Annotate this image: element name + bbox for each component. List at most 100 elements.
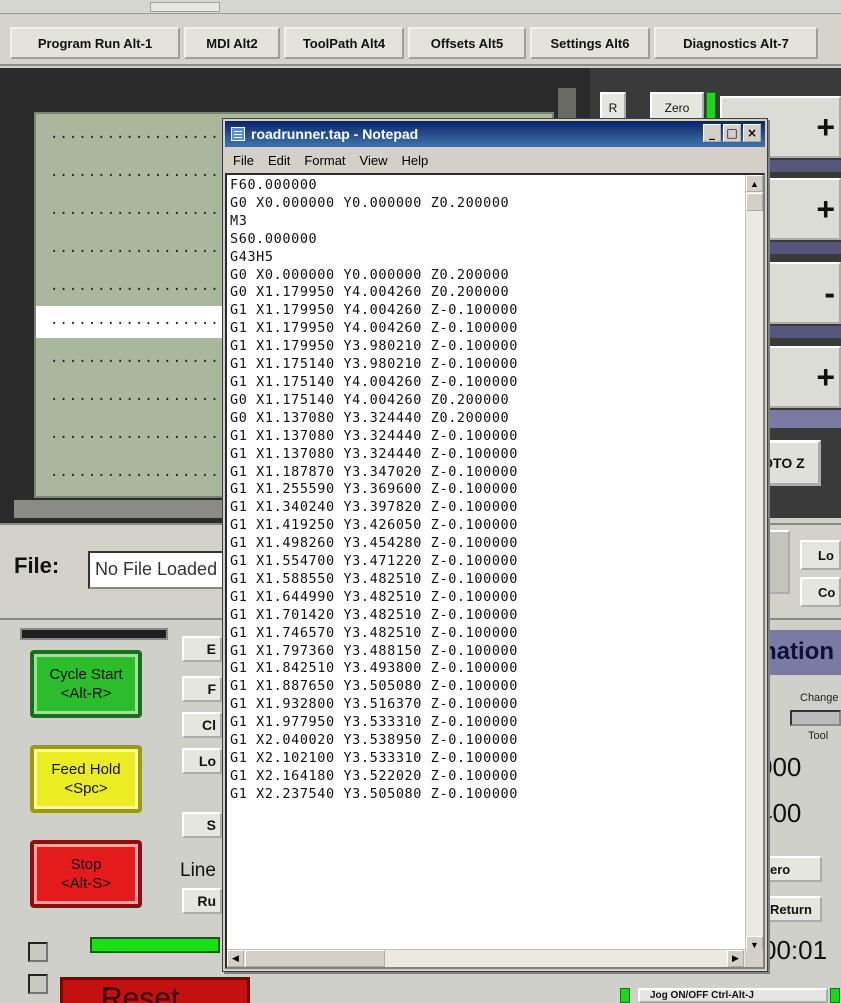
gcode-line: F60.000000 [230,177,318,193]
scroll-left-icon[interactable]: ◀ [227,950,244,967]
gcode-line: G1 X1.498260 Y3.454280 Z-0.100000 [230,535,519,552]
scroll-thumb[interactable] [746,193,763,211]
menu-file[interactable]: File [233,153,254,168]
notepad-window[interactable]: roadrunner.tap - Notepad _ □ × File Edit… [222,118,768,972]
gcode-line: G1 X1.797360 Y3.488150 Z-0.100000 [230,642,519,659]
top-strip [0,0,841,14]
file-name-field[interactable]: No File Loaded [88,551,228,589]
tab-toolpath[interactable]: ToolPath Alt4 [284,27,404,59]
gcode-line: G0 X1.175140 Y4.004260 Z0.200000 [230,391,510,408]
resize-grip-icon[interactable] [745,949,763,967]
notepad-menu-bar: File Edit Format View Help [225,149,765,171]
tab-mdi[interactable]: MDI Alt2 [184,27,280,59]
tab-offsets[interactable]: Offsets Alt5 [408,27,526,59]
scroll-up-icon[interactable]: ▲ [746,175,763,192]
gcode-line: G43H5 [230,248,274,265]
load-gcode-button[interactable]: Lo [800,540,841,570]
zero-button[interactable]: ero [766,856,822,882]
gcode-line: G1 X1.588550 Y3.482510 Z-0.100000 [230,570,519,587]
gcode-line: G1 X2.164180 Y3.522020 Z-0.100000 [230,767,519,784]
notepad-text-area[interactable]: F60.000000 G0 X0.000000 Y0.000000 Z0.2000… [225,173,765,969]
indicator-box [28,974,48,994]
line-label: Line [180,860,216,881]
gcode-line: G1 X1.175140 Y3.980210 Z-0.100000 [230,356,519,373]
feed-hold-shortcut: <Spc> [64,780,108,797]
close-gcode-button[interactable]: Co [800,577,841,607]
file-label: File: [14,553,60,578]
edit-gcode-button[interactable]: E [182,636,222,662]
gcode-line: G1 X1.340240 Y3.397820 Z-0.100000 [230,499,519,516]
notepad-title-bar[interactable]: roadrunner.tap - Notepad _ □ × [225,121,765,147]
jog-led [830,988,840,1003]
gcode-line: G0 X1.137080 Y3.324440 Z0.200000 [230,409,510,426]
tool-change-indicator [790,710,841,726]
top-stub [150,2,220,12]
tab-program-run[interactable]: Program Run Alt-1 [10,27,180,59]
feed-hold-button[interactable]: Feed Hold <Spc> [30,745,142,813]
gcode-line: G1 X1.137080 Y3.324440 Z-0.100000 [230,427,519,444]
indicator-box [28,942,48,962]
menu-edit[interactable]: Edit [268,153,290,168]
gcode-line: G1 X1.887650 Y3.505080 Z-0.100000 [230,678,519,695]
gcode-line: G0 X1.179950 Y4.004260 Z0.200000 [230,284,510,301]
close-icon[interactable]: × [743,124,761,142]
gcode-line: G1 X1.701420 Y3.482510 Z-0.100000 [230,606,519,623]
gcode-line: G1 X1.255590 Y3.369600 Z-0.100000 [230,481,519,498]
maximize-icon[interactable]: □ [723,124,741,142]
jog-led [620,988,630,1003]
status-bar [20,628,168,640]
minimize-icon[interactable]: _ [703,124,721,142]
cycle-start-button[interactable]: Cycle Start <Alt-R> [30,650,142,718]
menu-view[interactable]: View [360,153,388,168]
jog-button-strip: Jog ON/OFF Ctrl-Alt-J [620,988,841,1003]
load-file-button[interactable]: Lo [182,748,222,774]
tab-diagnostics[interactable]: Diagnostics Alt-7 [654,27,818,59]
cycle-start-shortcut: <Alt-R> [60,685,112,702]
tab-settings[interactable]: Settings Alt6 [530,27,650,59]
run-from-here-button[interactable]: Ru [182,888,222,914]
gcode-line: G1 X1.187870 Y3.347020 Z-0.100000 [230,463,519,480]
elapsed-timer: 00:01 [762,935,828,965]
gcode-line: G1 X1.179950 Y4.004260 Z-0.100000 [230,302,519,319]
gcode-line: G1 X1.932800 Y3.516370 Z-0.100000 [230,696,519,713]
gcode-line: G1 X1.175140 Y4.004260 Z-0.100000 [230,373,519,390]
gcode-text: F60.000000 G0 X0.000000 Y0.000000 Z0.2000… [230,177,518,804]
gcode-line: G1 X1.137080 Y3.324440 Z-0.100000 [230,445,519,462]
menu-format[interactable]: Format [304,153,345,168]
gcode-line: G0 X0.000000 Y0.000000 Z0.200000 [230,194,510,211]
reset-button[interactable]: Reset [60,977,250,1003]
tab-bar: Program Run Alt-1 MDI Alt2 ToolPath Alt4… [0,14,841,66]
hscroll-thumb[interactable] [245,950,385,967]
jog-toggle-button[interactable]: Jog ON/OFF Ctrl-Alt-J [638,988,828,1003]
horizontal-scrollbar[interactable]: ◀ ▶ [227,949,745,967]
gcode-line: G1 X1.179950 Y3.980210 Z-0.100000 [230,338,519,355]
close-file-button[interactable]: Cl [182,712,222,738]
gcode-line: M3 [230,212,248,229]
scroll-right-icon[interactable]: ▶ [727,950,744,967]
tool-label: Tool [808,730,829,742]
gcode-line: G0 X0.000000 Y0.000000 Z0.200000 [230,266,510,283]
cycle-start-label: Cycle Start [49,666,123,683]
gcode-line: G1 X1.179950 Y4.004260 Z-0.100000 [230,320,519,337]
gcode-line: G1 X2.102100 Y3.533310 Z-0.100000 [230,750,519,766]
menu-help[interactable]: Help [401,153,428,168]
feed-hold-label: Feed Hold [51,761,121,778]
gcode-line: G1 X1.977950 Y3.533310 Z-0.100000 [230,714,519,731]
recent-file-button[interactable]: F [182,676,222,702]
gcode-line: G1 X1.419250 Y3.426050 Z-0.100000 [230,517,519,534]
gcode-line: G1 X2.237540 Y3.505080 Z-0.100000 [230,785,519,802]
vertical-scrollbar[interactable]: ▲ ▼ [745,175,763,953]
notepad-title: roadrunner.tap - Notepad [251,126,419,142]
gcode-line: G1 X1.842510 Y3.493800 Z-0.100000 [230,660,519,677]
gcode-line: G1 X2.040020 Y3.538950 Z-0.100000 [230,732,519,749]
mach-screen: Program Run Alt-1 MDI Alt2 ToolPath Alt4… [0,0,841,1003]
set-next-line-button[interactable]: S [182,812,222,838]
gcode-line: G1 X1.644990 Y3.482510 Z-0.100000 [230,588,519,605]
return-button[interactable]: Return [766,896,822,922]
stop-label: Stop [70,856,102,873]
reset-led [90,937,220,953]
stop-button[interactable]: Stop <Alt-S> [30,840,142,908]
gcode-line: G1 X1.554700 Y3.471220 Z-0.100000 [230,553,519,570]
change-label: Change [800,692,839,704]
information-tab: nation [760,630,841,675]
